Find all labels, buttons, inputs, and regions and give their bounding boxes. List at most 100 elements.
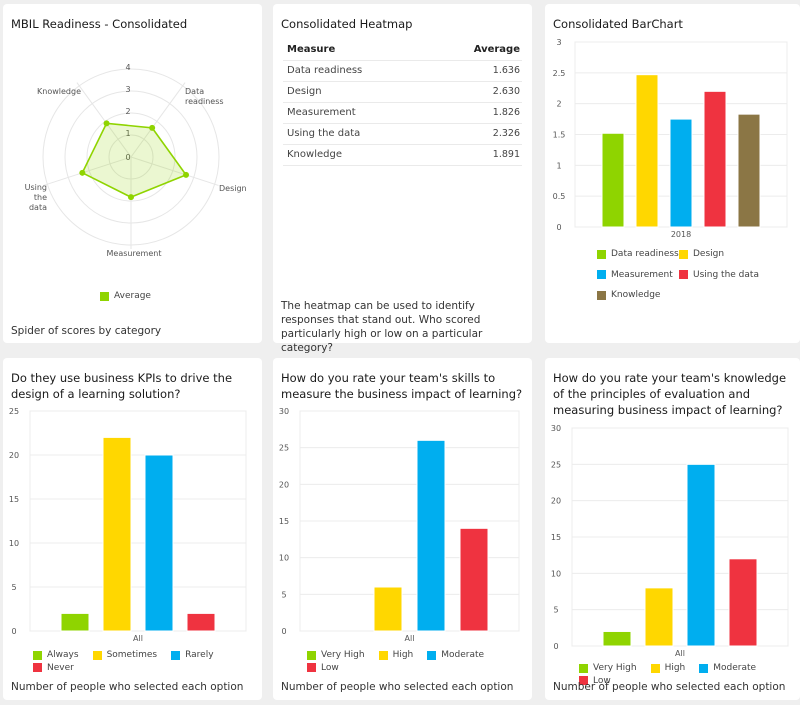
bar-measurement bbox=[669, 118, 693, 228]
heatmap-card: Consolidated Heatmap Measure Average Dat… bbox=[273, 4, 532, 354]
measure-cell: Data readiness bbox=[283, 60, 429, 82]
radar-axis-label: Using the data bbox=[25, 183, 47, 212]
legend-item[interactable]: Moderate bbox=[699, 663, 756, 673]
legend-item[interactable]: Rarely bbox=[171, 650, 214, 660]
y-tick-label: 3 bbox=[556, 38, 561, 47]
y-tick-label: 0 bbox=[556, 223, 561, 232]
consolidated-barchart-card: Consolidated BarChart 0 0.5 1 1.5 2 2.5 3 2018 … bbox=[545, 4, 800, 343]
x-tick-label: 2018 bbox=[671, 230, 691, 239]
y-tick-label: 15 bbox=[551, 533, 561, 542]
legend-item[interactable]: Never bbox=[33, 663, 74, 673]
table-row[interactable]: Knowledge 1.891 bbox=[283, 144, 522, 166]
y-tick-label: 30 bbox=[551, 424, 561, 433]
legend-item[interactable]: High bbox=[650, 663, 685, 673]
y-tick-label: 5 bbox=[553, 606, 558, 615]
radar-card: MBIL Readiness - Consolidated 0 1 2 3 4 Data r… bbox=[3, 4, 262, 343]
kpi-bar-chart: 0 5 10 15 20 25 All bbox=[9, 407, 247, 643]
bar-moderate bbox=[686, 463, 716, 647]
legend-label: Sometimes bbox=[106, 650, 158, 660]
legend-swatch bbox=[307, 663, 316, 672]
bar-never bbox=[186, 612, 216, 632]
table-row[interactable]: Design 2.630 bbox=[283, 81, 522, 103]
table-header-row: Measure Average bbox=[283, 40, 522, 61]
y-tick-label: 2 bbox=[556, 100, 561, 109]
y-tick-label: 0 bbox=[11, 627, 16, 636]
y-tick-label: 20 bbox=[551, 497, 561, 506]
radar-point bbox=[103, 120, 110, 127]
x-tick-label: All bbox=[133, 634, 143, 643]
x-tick-label: All bbox=[405, 634, 415, 643]
measure-cell: Knowledge bbox=[283, 144, 429, 166]
radar-point bbox=[149, 124, 156, 131]
y-tick-label: 10 bbox=[9, 539, 19, 548]
legend-swatch bbox=[597, 290, 606, 300]
legend-item[interactable]: Measurement bbox=[597, 266, 679, 284]
bar-design bbox=[635, 74, 659, 228]
average-cell: 1.636 bbox=[428, 60, 522, 82]
legend-label: Average bbox=[114, 291, 151, 301]
legend-label: High bbox=[392, 650, 414, 660]
legend-item[interactable]: High bbox=[378, 650, 414, 660]
y-tick-label: 10 bbox=[279, 554, 289, 563]
legend-item[interactable]: Sometimes bbox=[92, 650, 158, 660]
card-footer: Spider of scores by category bbox=[11, 325, 162, 337]
table-row[interactable]: Using the data 2.326 bbox=[283, 123, 522, 145]
legend-item[interactable]: Very High bbox=[307, 650, 365, 660]
measure-cell: Design bbox=[283, 81, 429, 103]
card-footer: Number of people who selected each optio… bbox=[281, 681, 514, 693]
bar-high bbox=[373, 586, 403, 632]
legend-label: Rarely bbox=[185, 650, 214, 660]
consolidated-bar-chart: 0 0.5 1 1.5 2 2.5 3 2018 bbox=[553, 38, 788, 239]
bar-rarely bbox=[144, 454, 174, 632]
legend-item[interactable]: Low bbox=[307, 663, 339, 673]
legend-item[interactable]: Very High bbox=[579, 663, 637, 673]
legend-swatch bbox=[579, 663, 588, 673]
measure-cell: Measurement bbox=[283, 102, 429, 124]
legend-swatch bbox=[92, 650, 102, 660]
average-cell: 2.630 bbox=[428, 81, 522, 103]
chart-legend: Average bbox=[3, 291, 262, 304]
kpi-card: Do they use business KPIs to drive the d… bbox=[3, 358, 262, 700]
radar-point bbox=[128, 194, 134, 201]
legend-swatch bbox=[679, 249, 688, 259]
y-tick-label: 0 bbox=[553, 642, 558, 651]
legend-item[interactable]: Data readiness bbox=[597, 245, 679, 263]
legend-label: Very High bbox=[593, 663, 637, 673]
bar-low bbox=[459, 527, 489, 632]
legend-label: Measurement bbox=[611, 269, 673, 280]
radar-chart: 01234Data readinessDesignMeasurementUsing… bbox=[25, 63, 247, 258]
chart-legend: Data readiness Design Measurement Using the… bbox=[597, 245, 767, 307]
legend-swatch bbox=[100, 291, 110, 301]
measure-cell: Using the data bbox=[283, 123, 429, 145]
legend-swatch bbox=[378, 650, 388, 660]
card-title: Do they use business KPIs to drive the d… bbox=[11, 371, 233, 401]
bar-sometimes bbox=[102, 436, 132, 632]
legend-swatch bbox=[597, 249, 606, 259]
legend-label: Knowledge bbox=[611, 290, 661, 300]
card-footer: The heatmap can be used to identify resp… bbox=[281, 300, 483, 354]
legend-label: Moderate bbox=[441, 650, 485, 660]
legend-swatch bbox=[650, 663, 660, 673]
card-footer: Number of people who selected each optio… bbox=[553, 681, 786, 693]
legend-swatch bbox=[427, 650, 437, 660]
card-title: Consolidated Heatmap bbox=[281, 17, 413, 31]
legend-item[interactable]: Using the data bbox=[679, 266, 761, 284]
table-row[interactable]: Measurement 1.826 bbox=[283, 102, 522, 124]
legend-item[interactable]: Knowledge bbox=[597, 286, 679, 304]
legend-item[interactable]: Average bbox=[100, 291, 151, 301]
knowledge-bar-chart: 0 5 10 15 20 25 30 All bbox=[551, 424, 789, 656]
average-cell: 2.326 bbox=[428, 123, 522, 145]
legend-item[interactable]: Always bbox=[33, 650, 79, 660]
legend-swatch bbox=[699, 663, 709, 673]
legend-item[interactable]: Design bbox=[679, 245, 761, 263]
heatmap-table: Measure Average Data readiness 1.636 Desig… bbox=[283, 40, 522, 166]
column-header-measure[interactable]: Measure bbox=[283, 40, 429, 61]
y-tick-label: 0 bbox=[281, 627, 286, 636]
legend-label: Data readiness bbox=[611, 249, 679, 259]
legend-item[interactable]: Moderate bbox=[427, 650, 484, 660]
table-row[interactable]: Data readiness 1.636 bbox=[283, 60, 522, 82]
y-tick-label: 20 bbox=[9, 451, 19, 460]
radar-axis-label: Measurement bbox=[107, 249, 162, 258]
column-header-average[interactable]: Average bbox=[428, 40, 522, 61]
skills-card: How do you rate your team's skills to me… bbox=[273, 358, 532, 700]
